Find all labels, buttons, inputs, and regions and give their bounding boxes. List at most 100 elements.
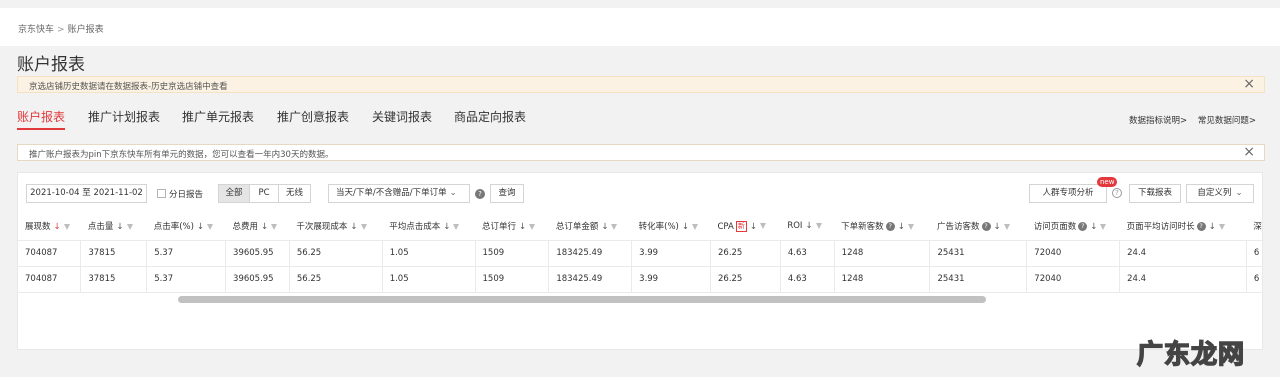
filter-icon[interactable]: [126, 223, 133, 230]
table-cell: 24.4: [1119, 239, 1247, 266]
filter-icon[interactable]: [207, 223, 214, 230]
filter-icon[interactable]: [271, 223, 278, 230]
custom-columns-select[interactable]: 自定义列 ⌄: [1186, 184, 1254, 203]
faq-link[interactable]: 常见数据问题>: [1198, 116, 1256, 126]
sort-icon[interactable]: ↓: [601, 222, 608, 232]
filter-icon[interactable]: [453, 223, 460, 230]
sort-icon[interactable]: ↓: [805, 221, 812, 231]
sort-icon[interactable]: ↓: [898, 222, 905, 232]
date-range-picker[interactable]: 2021-10-04 至 2021-11-02: [26, 184, 147, 203]
device-mobile-button[interactable]: 无线: [278, 184, 311, 203]
table-cell: 1248: [833, 265, 930, 293]
help-icon[interactable]: ?: [475, 189, 485, 199]
top-strip: [0, 0, 1280, 8]
sort-icon[interactable]: ↓: [116, 222, 123, 232]
order-type-value: 当天/下单/不含赠品/下单订单: [336, 188, 447, 198]
col-roi[interactable]: ROI ↓: [780, 213, 834, 240]
tab-product-targeting-report[interactable]: 商品定向报表: [454, 108, 526, 125]
help-icon[interactable]: ?: [1078, 222, 1088, 232]
tab-keyword-report[interactable]: 关键词报表: [372, 108, 432, 125]
table-cell: 37815: [80, 265, 147, 293]
metrics-explanation-link[interactable]: 数据指标说明>: [1129, 116, 1187, 126]
col-avg-cpc[interactable]: 平均点击成本 ↓: [382, 213, 475, 240]
sort-icon[interactable]: ↓: [261, 222, 268, 232]
sort-icon[interactable]: ↓: [1209, 222, 1216, 232]
page-title: 账户报表: [17, 55, 85, 75]
filter-icon[interactable]: [1218, 223, 1225, 230]
download-report-button[interactable]: 下载报表: [1129, 184, 1181, 203]
help-icon[interactable]: ?: [885, 222, 895, 232]
tab-creative-report[interactable]: 推广创意报表: [277, 108, 349, 125]
watermark-logo: 广东龙网: [1136, 339, 1246, 371]
chevron-down-icon: ⌄: [449, 188, 457, 198]
sort-icon[interactable]: ↓: [682, 222, 689, 232]
col-ctr[interactable]: 点击率(%) ↓: [147, 213, 226, 240]
table-cell: 3.99: [631, 265, 711, 293]
table-cell: 26.25: [710, 265, 781, 293]
filter-icon[interactable]: [1003, 223, 1010, 230]
chevron-down-icon: ⌄: [1235, 188, 1243, 198]
col-cpa[interactable]: CPA 新 ↓: [711, 213, 781, 240]
table-cell: 5.37: [146, 239, 226, 266]
tab-unit-report[interactable]: 推广单元报表: [182, 108, 254, 125]
col-conversion-rate[interactable]: 转化率(%) ↓: [632, 213, 711, 240]
filter-icon[interactable]: [63, 223, 70, 230]
tab-plan-report[interactable]: 推广计划报表: [88, 108, 160, 125]
daily-report-checkbox[interactable]: [157, 189, 166, 198]
filter-icon[interactable]: [360, 223, 367, 230]
sort-icon[interactable]: ↓: [54, 222, 61, 232]
table-cell: 5.37: [146, 265, 226, 293]
col-clicks[interactable]: 点击量 ↓: [81, 213, 147, 240]
device-pc-button[interactable]: PC: [249, 184, 279, 203]
table-cell: 56.25: [288, 265, 383, 293]
help-outline-icon[interactable]: ?: [1112, 188, 1122, 198]
sort-icon[interactable]: ↓: [750, 222, 757, 232]
top-notice: 京选店铺历史数据请在数据报表-历史京选店铺中查看 ×: [17, 76, 1265, 93]
col-new-customers[interactable]: 下单新客数? ↓: [834, 213, 930, 240]
table-cell: 4.63: [779, 265, 835, 293]
info-notice-text: 推广账户报表为pin下京东快车所有单元的数据，您可以查看一年内30天的数据。: [29, 150, 334, 160]
table-cell: 6: [1245, 239, 1262, 266]
filter-icon[interactable]: [529, 223, 536, 230]
col-impressions[interactable]: 展现数 ↓: [18, 213, 81, 240]
order-type-select[interactable]: 当天/下单/不含赠品/下单订单 ⌄: [328, 184, 470, 203]
filter-icon[interactable]: [1100, 223, 1107, 230]
query-button[interactable]: 查询: [490, 184, 524, 203]
col-total-order-amount[interactable]: 总订单金额 ↓: [549, 213, 632, 240]
tab-account-report[interactable]: 账户报表: [17, 108, 66, 130]
sort-icon[interactable]: ↓: [350, 222, 357, 232]
col-depth[interactable]: 深: [1246, 213, 1262, 240]
table-cell: 72040: [1026, 239, 1120, 266]
filter-icon[interactable]: [692, 223, 698, 230]
table-row: 704087 37815 5.37 39605.95 56.25 1.05 15…: [18, 239, 1262, 266]
col-total-order-lines[interactable]: 总订单行 ↓: [475, 213, 549, 240]
col-ad-visitors[interactable]: 广告访客数? ↓: [930, 213, 1027, 240]
breadcrumb-root[interactable]: 京东快车: [18, 25, 54, 35]
sort-icon[interactable]: ↓: [994, 222, 1001, 232]
col-page-views[interactable]: 访问页面数? ↓: [1027, 213, 1120, 240]
help-icon[interactable]: ?: [1196, 222, 1206, 232]
sort-icon[interactable]: ↓: [197, 222, 204, 232]
filter-icon[interactable]: [759, 223, 766, 230]
sort-icon[interactable]: ↓: [1090, 222, 1097, 232]
sort-icon[interactable]: ↓: [443, 222, 450, 232]
table-cell: 26.25: [710, 239, 781, 266]
close-icon[interactable]: ×: [1243, 144, 1255, 160]
daily-report-label: 分日报告: [169, 190, 204, 200]
help-icon[interactable]: ?: [981, 222, 991, 232]
breadcrumb-current: 账户报表: [67, 25, 104, 35]
horizontal-scrollbar[interactable]: [178, 296, 986, 303]
crowd-analysis-button[interactable]: 人群专项分析: [1029, 184, 1107, 203]
table-cell: 704087: [18, 265, 81, 293]
close-icon[interactable]: ×: [1243, 76, 1255, 92]
col-total-cost[interactable]: 总费用 ↓: [226, 213, 290, 240]
col-cpm[interactable]: 千次展现成本 ↓: [289, 213, 382, 240]
sort-icon[interactable]: ↓: [519, 222, 526, 232]
table-cell: 37815: [80, 239, 147, 266]
col-avg-visit-duration[interactable]: 页面平均访问时长? ↓: [1120, 213, 1247, 240]
device-all-button[interactable]: 全部: [218, 184, 250, 203]
filter-icon[interactable]: [907, 223, 914, 230]
filter-icon[interactable]: [611, 223, 618, 230]
table-cell: 25431: [929, 239, 1027, 266]
filter-icon[interactable]: [815, 222, 822, 229]
